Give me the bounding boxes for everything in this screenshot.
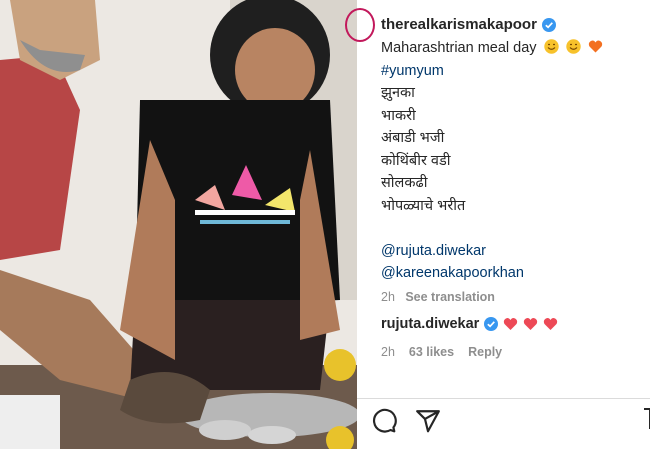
action-bar	[371, 408, 441, 434]
post-author: therealkarismakapoor	[381, 16, 556, 33]
dish-line: कोथिंबीर वडी	[381, 152, 451, 169]
dish-line: भोपळ्याचे भरीत	[381, 197, 466, 214]
heart-icon	[504, 318, 518, 330]
see-translation-link[interactable]: See translation	[405, 290, 495, 304]
photo-illustration	[0, 0, 357, 449]
reply-button[interactable]: Reply	[468, 345, 502, 359]
post-author-username[interactable]: therealkarismakapoor	[381, 16, 537, 33]
heart-icon	[524, 318, 538, 330]
dish-line: सोलकढी	[381, 175, 428, 191]
caption-title-line: Maharashtrian meal day	[381, 37, 603, 60]
caption-title: Maharashtrian meal day	[381, 40, 537, 56]
share-icon[interactable]	[415, 408, 441, 434]
divider	[357, 398, 650, 399]
comment-time: 2h	[381, 345, 395, 359]
comment-meta: 2h 63 likes Reply	[381, 345, 502, 359]
comment-username[interactable]: rujuta.diwekar	[381, 316, 479, 332]
verified-badge-icon	[484, 317, 499, 331]
avatar-ring[interactable]	[345, 8, 375, 42]
heart-icon	[544, 318, 558, 330]
comment-icon[interactable]	[371, 408, 397, 434]
bookmark-icon[interactable]	[643, 408, 650, 430]
orange-heart-emoji-icon	[588, 40, 602, 53]
smile-emoji-icon	[543, 39, 559, 54]
dish-line: भाकरी	[381, 107, 416, 124]
verified-badge-icon	[541, 17, 556, 32]
post-caption: Maharashtrian meal day #yumyum झुनका भाक…	[381, 37, 603, 308]
post-meta: 2h See translation	[381, 286, 603, 309]
post-time: 2h	[381, 289, 395, 304]
comment: rujuta.diwekar	[381, 316, 558, 332]
mention-link[interactable]: @rujuta.diwekar	[381, 240, 603, 263]
smile-emoji-icon	[565, 39, 581, 54]
post-panel: therealkarismakapoor Maharashtrian meal …	[345, 0, 650, 449]
post-photo[interactable]	[0, 0, 357, 449]
dish-line: अंबाडी भजी	[381, 130, 445, 146]
dish-line: झुनका	[381, 85, 415, 101]
comment-likes[interactable]: 63 likes	[409, 345, 454, 359]
mention-link[interactable]: @kareenakapoorkhan	[381, 262, 603, 285]
hashtag-link[interactable]: #yumyum	[381, 60, 603, 83]
